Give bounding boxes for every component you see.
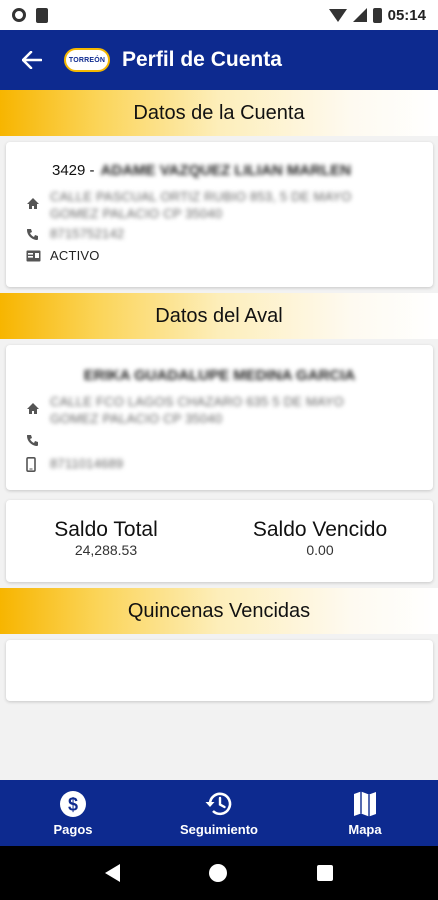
account-address-line2: GOMEZ PALACIO CP 35040 xyxy=(50,206,223,221)
signal-icon xyxy=(352,8,367,22)
back-button[interactable] xyxy=(0,30,64,90)
nav-mapa[interactable]: Mapa xyxy=(292,780,438,846)
account-address-line1: CALLE PASCUAL ORTIZ RUBIO 853, 5 DE MAYO xyxy=(50,189,352,204)
svg-text:$: $ xyxy=(68,794,78,814)
nav-seguimiento-label: Seguimiento xyxy=(179,821,258,837)
account-name: ADAME VAZQUEZ LILIAN MARLEN xyxy=(100,162,352,179)
content-area: Datos de la Cuenta 3429 - ADAME VAZQUEZ … xyxy=(0,90,438,780)
notification-circle-icon xyxy=(12,8,26,22)
map-icon xyxy=(354,791,376,816)
app-bar: TORREÓN Perfil de Cuenta xyxy=(0,30,438,90)
id-card-icon xyxy=(26,250,41,262)
nav-pagos[interactable]: $ Pagos xyxy=(0,780,146,846)
nav-pagos-label: Pagos xyxy=(53,821,93,837)
arrow-back-icon xyxy=(22,51,42,69)
battery-icon xyxy=(372,7,382,23)
account-phone: 8715752142 xyxy=(50,226,125,241)
section-header-quincenas: Quincenas Vencidas xyxy=(0,588,438,634)
guarantor-name: ERIKA GUADALUPE MEDINA GARCIA xyxy=(83,367,356,384)
wifi-icon xyxy=(328,8,347,22)
nav-mapa-label: Mapa xyxy=(348,821,382,837)
status-bar: 05:14 xyxy=(0,0,438,30)
balance-card: Saldo Total 24,288.53 Saldo Vencido 0.00 xyxy=(6,500,433,582)
overdue-balance: Saldo Vencido 0.00 xyxy=(220,518,420,558)
system-recents-icon[interactable] xyxy=(317,865,334,881)
home-icon xyxy=(27,197,39,209)
system-back-icon[interactable] xyxy=(104,864,120,882)
total-balance: Saldo Total 24,288.53 xyxy=(6,518,206,558)
account-card: 3429 - ADAME VAZQUEZ LILIAN MARLEN CALLE… xyxy=(6,142,433,287)
guarantor-card: ERIKA GUADALUPE MEDINA GARCIA CALLE FCO … xyxy=(6,345,433,490)
status-time: 05:14 xyxy=(387,6,426,24)
section-header-cuenta: Datos de la Cuenta xyxy=(0,90,438,136)
overdue-balance-label: Saldo Vencido xyxy=(252,518,388,541)
account-status: ACTIVO xyxy=(50,248,100,263)
smartphone-icon xyxy=(26,456,36,472)
system-nav-bar xyxy=(0,846,438,900)
total-balance-label: Saldo Total xyxy=(54,518,158,541)
account-id: 3429 - xyxy=(52,162,95,179)
phone-icon xyxy=(27,228,38,240)
sd-card-icon xyxy=(36,7,48,23)
home-icon xyxy=(27,402,39,414)
overdue-periods-card xyxy=(6,640,433,701)
page-title: Perfil de Cuenta xyxy=(122,48,282,71)
total-balance-value: 24,288.53 xyxy=(74,542,138,558)
bottom-nav: $ Pagos Seguimiento Mapa xyxy=(0,780,438,846)
overdue-balance-value: 0.00 xyxy=(306,542,334,558)
guarantor-mobile: 8711014689 xyxy=(50,456,124,471)
nav-seguimiento[interactable]: Seguimiento xyxy=(146,780,292,846)
phone-icon xyxy=(27,434,38,446)
history-icon xyxy=(205,792,232,815)
guarantor-address-line1: CALLE FCO LAGOS CHAZARO 635 5 DE MAYO xyxy=(50,394,344,409)
dollar-circle-icon: $ xyxy=(60,790,86,817)
system-home-icon[interactable] xyxy=(209,864,228,882)
guarantor-address-line2: GOMEZ PALACIO CP 35040 xyxy=(50,411,223,426)
section-header-aval: Datos del Aval xyxy=(0,293,438,339)
app-logo: TORREÓN xyxy=(64,48,110,72)
